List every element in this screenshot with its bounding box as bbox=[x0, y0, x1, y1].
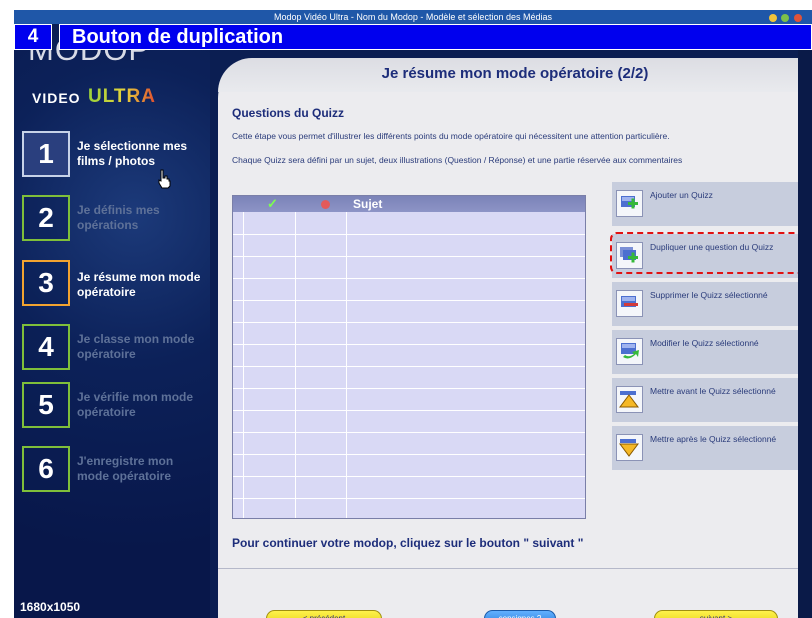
divider bbox=[218, 568, 812, 569]
description-line-2: Chaque Quizz sera défini par un sujet, d… bbox=[232, 155, 683, 165]
step-2-number: 2 bbox=[22, 195, 70, 241]
table-row[interactable] bbox=[233, 388, 585, 389]
section-title: Questions du Quizz bbox=[232, 106, 345, 120]
instructions-button[interactable]: consignes ? bbox=[484, 610, 556, 618]
close-icon[interactable] bbox=[794, 14, 802, 22]
window-edge bbox=[798, 24, 812, 618]
table-row[interactable] bbox=[233, 344, 585, 345]
resolution-label: 1680x1050 bbox=[20, 600, 81, 614]
previous-button[interactable]: < précédent bbox=[266, 610, 382, 618]
add-quiz-icon bbox=[616, 190, 643, 217]
table-row[interactable] bbox=[233, 256, 585, 257]
step-5[interactable]: 5 Je vérifie mon mode opératoire bbox=[22, 382, 207, 428]
table-row[interactable] bbox=[233, 322, 585, 323]
step-6-number: 6 bbox=[22, 446, 70, 492]
add-quiz-label: Ajouter un Quizz bbox=[650, 190, 713, 200]
move-up-label: Mettre avant le Quizz sélectionné bbox=[650, 386, 776, 396]
status-column-icon bbox=[321, 200, 330, 209]
step-2-label: Je définis mes opérations bbox=[77, 203, 160, 232]
table-row[interactable] bbox=[233, 498, 585, 499]
quiz-table[interactable]: ✓ Sujet bbox=[232, 195, 586, 519]
step-4[interactable]: 4 Je classe mon mode opératoire bbox=[22, 324, 207, 370]
delete-quiz-label: Supprimer le Quizz sélectionné bbox=[650, 290, 768, 300]
table-row[interactable] bbox=[233, 234, 585, 235]
continue-instruction: Pour continuer votre modop, cliquez sur … bbox=[232, 536, 584, 550]
next-button[interactable]: suivant > bbox=[654, 610, 778, 618]
highlight-frame bbox=[610, 232, 810, 274]
step-6[interactable]: 6 J'enregistre mon mode opératoire bbox=[22, 446, 207, 492]
minimize-icon[interactable] bbox=[768, 14, 777, 22]
main-panel: Je résume mon mode opératoire (2/2) Ques… bbox=[218, 58, 812, 618]
subject-column-header[interactable]: Sujet bbox=[353, 196, 382, 212]
edit-quiz-label: Modifier le Quizz sélectionné bbox=[650, 338, 759, 348]
window-title: Modop Vidéo Ultra - Nom du Modop - Modèl… bbox=[274, 12, 552, 22]
step-4-label: Je classe mon mode opératoire bbox=[77, 332, 195, 361]
edit-quiz-icon bbox=[616, 338, 643, 365]
table-row[interactable] bbox=[233, 454, 585, 455]
main-header: Je résume mon mode opératoire (2/2) bbox=[218, 58, 812, 92]
app-window: MODOP VIDEO ULTRA 1 Je sélectionne mes f… bbox=[14, 24, 812, 618]
hand-cursor-icon bbox=[158, 169, 171, 189]
move-up-icon bbox=[616, 386, 643, 413]
table-row[interactable] bbox=[233, 476, 585, 477]
step-3-number: 3 bbox=[22, 260, 70, 306]
step-5-label: Je vérifie mon mode opératoire bbox=[77, 390, 194, 419]
check-column-icon: ✓ bbox=[267, 196, 278, 211]
step-2[interactable]: 2 Je définis mes opérations bbox=[22, 195, 207, 241]
move-up-button[interactable]: Mettre avant le Quizz sélectionné bbox=[612, 378, 812, 422]
table-row[interactable] bbox=[233, 432, 585, 433]
edit-quiz-button[interactable]: Modifier le Quizz sélectionné bbox=[612, 330, 812, 374]
delete-quiz-button[interactable]: Supprimer le Quizz sélectionné bbox=[612, 282, 812, 326]
table-row[interactable] bbox=[233, 410, 585, 411]
delete-quiz-icon bbox=[616, 290, 643, 317]
move-down-button[interactable]: Mettre après le Quizz sélectionné bbox=[612, 426, 812, 470]
step-3-label: Je résume mon mode opératoire bbox=[77, 270, 201, 299]
page-title: Je résume mon mode opératoire (2/2) bbox=[381, 65, 649, 82]
logo-ultra: ULTRA bbox=[88, 86, 156, 107]
table-row[interactable] bbox=[233, 366, 585, 367]
step-6-label: J'enregistre mon mode opératoire bbox=[77, 454, 174, 483]
quiz-table-header: ✓ Sujet bbox=[233, 196, 585, 212]
window-titlebar: Modop Vidéo Ultra - Nom du Modop - Modèl… bbox=[14, 10, 812, 24]
table-row[interactable] bbox=[233, 300, 585, 301]
description-line-1: Cette étape vous permet d'illustrer les … bbox=[232, 131, 670, 141]
maximize-icon[interactable] bbox=[781, 14, 790, 22]
step-1-label: Je sélectionne mes films / photos bbox=[77, 139, 188, 168]
step-5-number: 5 bbox=[22, 382, 70, 428]
table-row[interactable] bbox=[233, 278, 585, 279]
move-down-icon bbox=[616, 434, 643, 461]
step-3[interactable]: 3 Je résume mon mode opératoire bbox=[22, 260, 207, 306]
step-1-number: 1 bbox=[22, 131, 70, 177]
caption-title: Bouton de duplication bbox=[59, 24, 812, 50]
move-down-label: Mettre après le Quizz sélectionné bbox=[650, 434, 777, 444]
caption-number: 4 bbox=[14, 24, 52, 50]
step-1[interactable]: 1 Je sélectionne mes films / photos bbox=[22, 131, 207, 177]
sidebar: MODOP VIDEO ULTRA 1 Je sélectionne mes f… bbox=[14, 24, 210, 618]
add-quiz-button[interactable]: Ajouter un Quizz bbox=[612, 182, 812, 226]
logo-video: VIDEO bbox=[32, 90, 81, 106]
step-4-number: 4 bbox=[22, 324, 70, 370]
